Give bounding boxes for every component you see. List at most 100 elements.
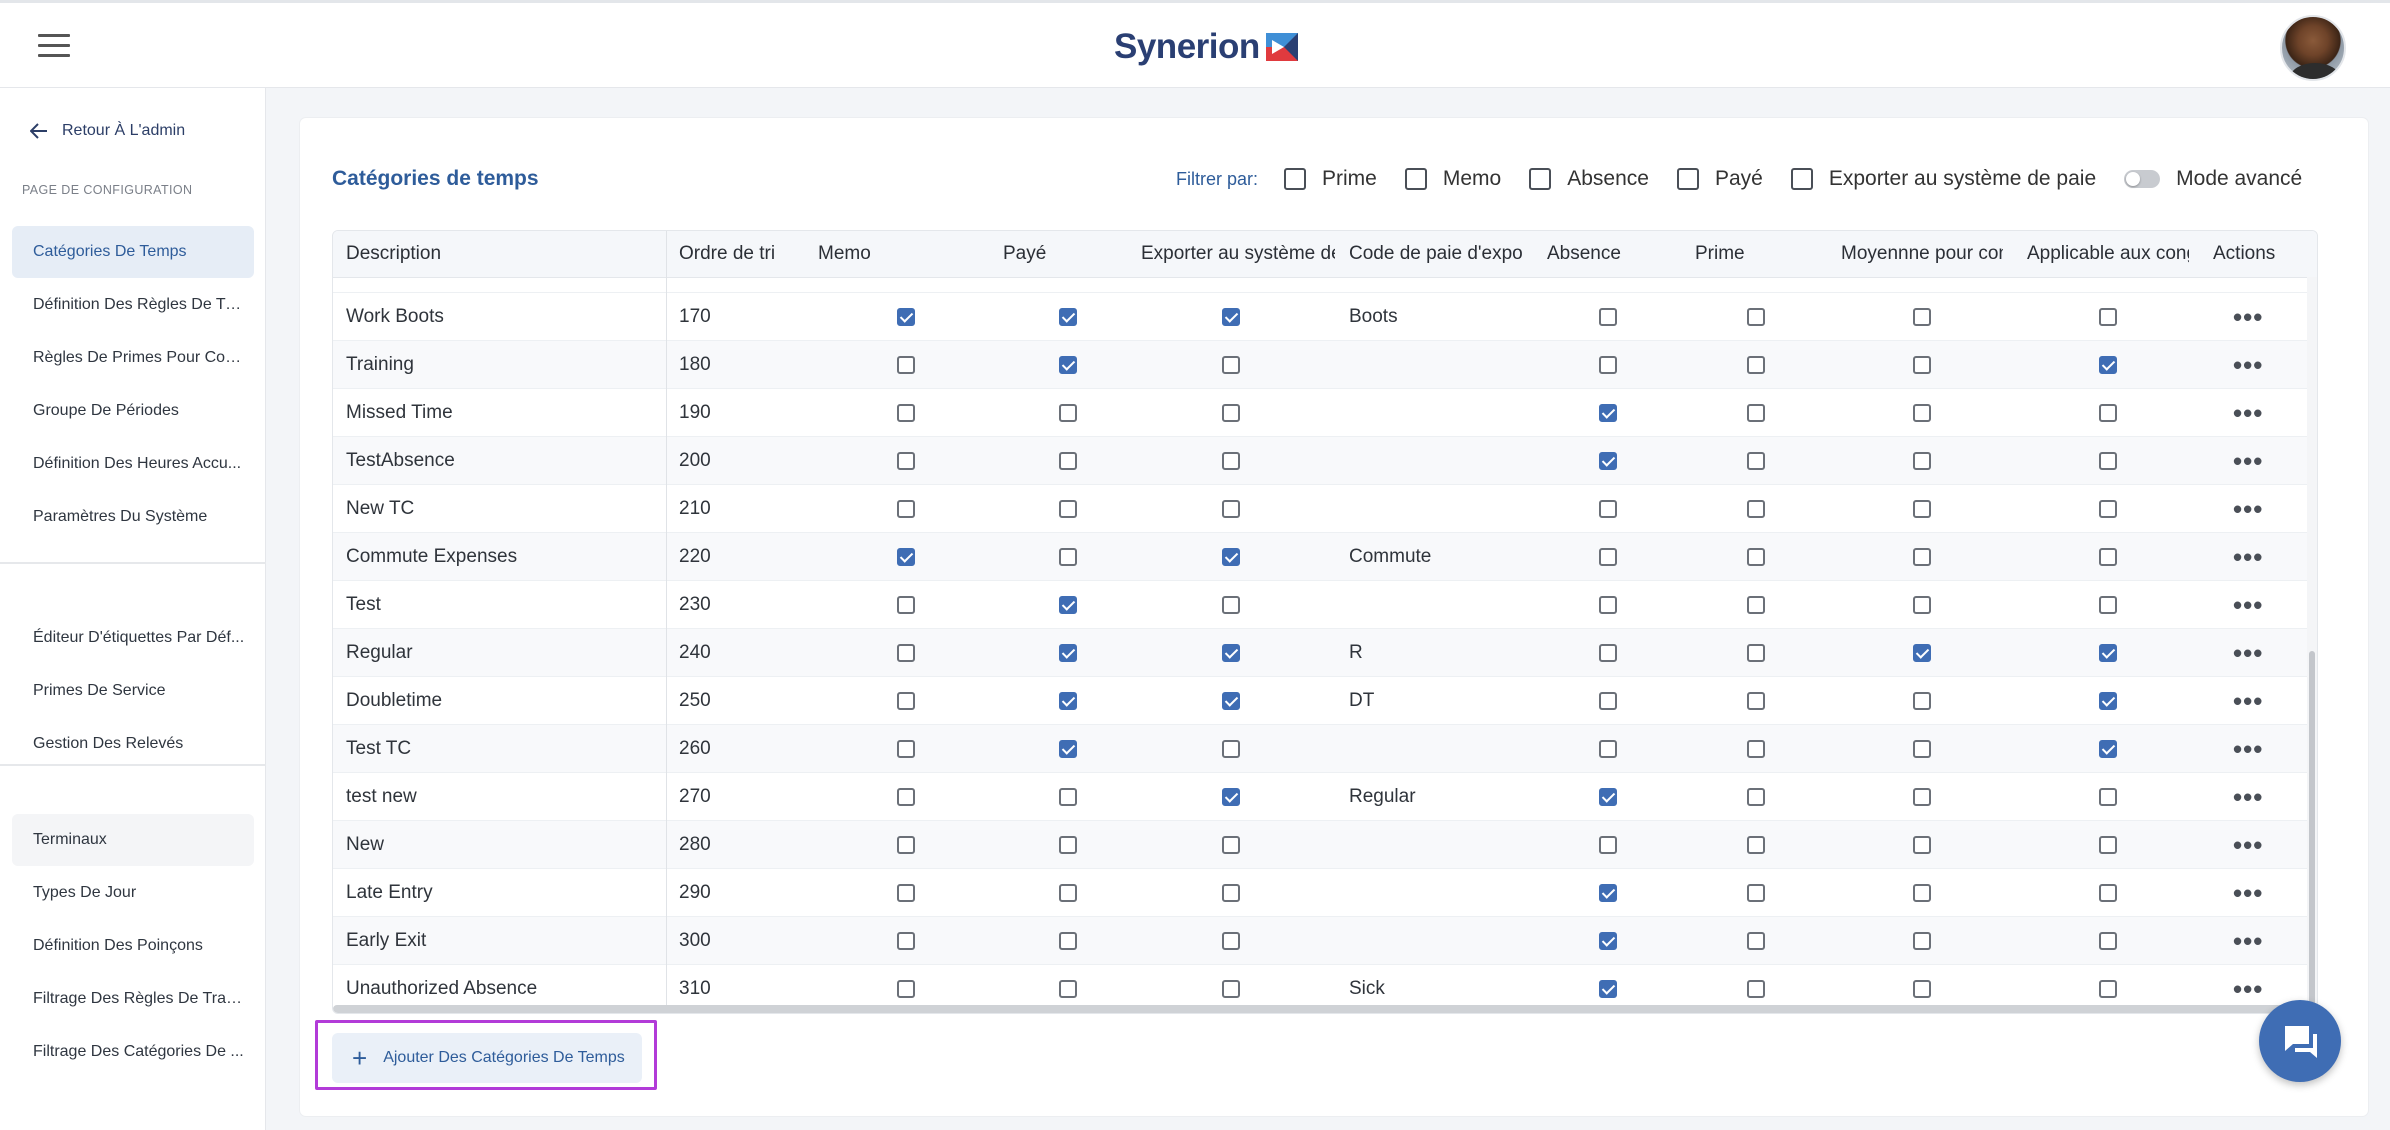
checkbox-moy[interactable]	[1913, 596, 1931, 614]
checkbox-app[interactable]	[2099, 548, 2117, 566]
checkbox-export[interactable]	[1222, 452, 1240, 470]
checkbox-prime[interactable]	[1747, 884, 1765, 902]
checkbox-prime[interactable]	[1747, 692, 1765, 710]
sidebar-item-terminaux[interactable]: Terminaux	[12, 814, 254, 866]
checkbox-memo[interactable]	[897, 740, 915, 758]
filter-export[interactable]: Exporter au système de paie	[1790, 167, 2096, 191]
checkbox-prime[interactable]	[1747, 980, 1765, 998]
more-actions-icon[interactable]: •••	[2233, 869, 2263, 917]
advanced-mode[interactable]: Mode avancé	[2124, 167, 2302, 191]
checkbox-export[interactable]	[1222, 644, 1240, 662]
checkbox-moy[interactable]	[1913, 308, 1931, 326]
menu-icon[interactable]	[38, 34, 70, 58]
vertical-scrollbar-thumb[interactable]	[2309, 651, 2315, 1013]
checkbox-absence[interactable]	[1599, 452, 1617, 470]
checkbox-export[interactable]	[1222, 500, 1240, 518]
checkbox-moy[interactable]	[1913, 932, 1931, 950]
checkbox-absence[interactable]	[1599, 500, 1617, 518]
table-row[interactable]: TestAbsence 200 •••	[333, 437, 2307, 485]
checkbox-paye[interactable]	[1059, 740, 1077, 758]
checkbox-moy[interactable]	[1913, 548, 1931, 566]
checkbox-app[interactable]	[2099, 980, 2117, 998]
checkbox-paye[interactable]	[1059, 356, 1077, 374]
checkbox-app[interactable]	[2099, 356, 2117, 374]
checkbox-export[interactable]	[1222, 356, 1240, 374]
more-actions-icon[interactable]: •••	[2233, 533, 2263, 581]
checkbox-paye[interactable]	[1059, 500, 1077, 518]
checkbox-paye[interactable]	[1059, 788, 1077, 806]
add-time-category-button[interactable]: + Ajouter Des Catégories De Temps	[332, 1033, 642, 1083]
checkbox-export[interactable]	[1222, 404, 1240, 422]
more-actions-icon[interactable]: •••	[2233, 821, 2263, 869]
checkbox-memo[interactable]	[897, 836, 915, 854]
checkbox-app[interactable]	[2099, 596, 2117, 614]
checkbox-app[interactable]	[2099, 836, 2117, 854]
filter-absence[interactable]: Absence	[1529, 167, 1649, 191]
checkbox-paye[interactable]	[1059, 836, 1077, 854]
checkbox-moy[interactable]	[1913, 692, 1931, 710]
checkbox-prime[interactable]	[1747, 740, 1765, 758]
checkbox-absence[interactable]	[1599, 644, 1617, 662]
table-row[interactable]: test new 270 Regular •••	[333, 773, 2307, 821]
header-absence[interactable]: Absence	[1547, 231, 1647, 277]
more-actions-icon[interactable]: •••	[2233, 581, 2263, 629]
table-row[interactable]: Regular 240 R •••	[333, 629, 2307, 677]
checkbox-memo[interactable]	[897, 404, 915, 422]
more-actions-icon[interactable]: •••	[2233, 341, 2263, 389]
header-export-code[interactable]: Code de paie d'exportation	[1349, 231, 1523, 277]
checkbox-memo[interactable]	[897, 884, 915, 902]
checkbox-export[interactable]	[1222, 596, 1240, 614]
checkbox-absence[interactable]	[1599, 356, 1617, 374]
checkbox-paye[interactable]	[1059, 404, 1077, 422]
filter-memo-checkbox[interactable]	[1404, 168, 1427, 190]
filter-prime[interactable]: Prime	[1284, 167, 1377, 191]
checkbox-app[interactable]	[2099, 308, 2117, 326]
checkbox-absence[interactable]	[1599, 404, 1617, 422]
checkbox-absence[interactable]	[1599, 692, 1617, 710]
table-row[interactable]: Missed Time 190 •••	[333, 389, 2307, 437]
checkbox-export[interactable]	[1222, 740, 1240, 758]
checkbox-paye[interactable]	[1059, 452, 1077, 470]
more-actions-icon[interactable]: •••	[2233, 725, 2263, 773]
table-row[interactable]: Commute Expenses 220 Commute •••	[333, 533, 2307, 581]
checkbox-prime[interactable]	[1747, 596, 1765, 614]
more-actions-icon[interactable]: •••	[2233, 773, 2263, 821]
sidebar-item-editeur-d-etiquettes-par-def[interactable]: Éditeur D'étiquettes Par Déf...	[12, 612, 254, 664]
more-actions-icon[interactable]: •••	[2233, 293, 2263, 341]
table-row[interactable]: Work Boots 170 Boots •••	[333, 293, 2307, 341]
filter-paye-checkbox[interactable]	[1676, 168, 1699, 190]
checkbox-app[interactable]	[2099, 932, 2117, 950]
header-prime[interactable]: Prime	[1695, 231, 1795, 277]
checkbox-app[interactable]	[2099, 884, 2117, 902]
checkbox-moy[interactable]	[1913, 500, 1931, 518]
checkbox-paye[interactable]	[1059, 596, 1077, 614]
checkbox-paye[interactable]	[1059, 548, 1077, 566]
checkbox-prime[interactable]	[1747, 356, 1765, 374]
more-actions-icon[interactable]: •••	[2233, 437, 2263, 485]
checkbox-prime[interactable]	[1747, 500, 1765, 518]
filter-absence-checkbox[interactable]	[1529, 168, 1552, 190]
sidebar-item-parametres-du-systeme[interactable]: Paramètres Du Système	[12, 491, 254, 543]
checkbox-app[interactable]	[2099, 788, 2117, 806]
checkbox-paye[interactable]	[1059, 308, 1077, 326]
horizontal-scrollbar[interactable]	[333, 1005, 2307, 1013]
checkbox-memo[interactable]	[897, 548, 915, 566]
sidebar-item-gestion-des-releves[interactable]: Gestion Des Relevés	[12, 718, 254, 770]
checkbox-app[interactable]	[2099, 500, 2117, 518]
table-row[interactable]: Training 180 •••	[333, 341, 2307, 389]
table-row[interactable]: New 280 •••	[333, 821, 2307, 869]
checkbox-paye[interactable]	[1059, 980, 1077, 998]
more-actions-icon[interactable]: •••	[2233, 677, 2263, 725]
checkbox-moy[interactable]	[1913, 644, 1931, 662]
header-sort-order[interactable]: Ordre de tri	[679, 231, 797, 277]
checkbox-absence[interactable]	[1599, 884, 1617, 902]
table-row[interactable]: Late Entry 290 •••	[333, 869, 2307, 917]
more-actions-icon[interactable]: •••	[2233, 485, 2263, 533]
sidebar-item-primes-de-service[interactable]: Primes De Service	[12, 665, 254, 717]
checkbox-absence[interactable]	[1599, 980, 1617, 998]
sidebar-item-filtrage-des-categories-de[interactable]: Filtrage Des Catégories De ...	[12, 1026, 254, 1078]
checkbox-moy[interactable]	[1913, 452, 1931, 470]
checkbox-prime[interactable]	[1747, 836, 1765, 854]
checkbox-prime[interactable]	[1747, 452, 1765, 470]
checkbox-app[interactable]	[2099, 452, 2117, 470]
